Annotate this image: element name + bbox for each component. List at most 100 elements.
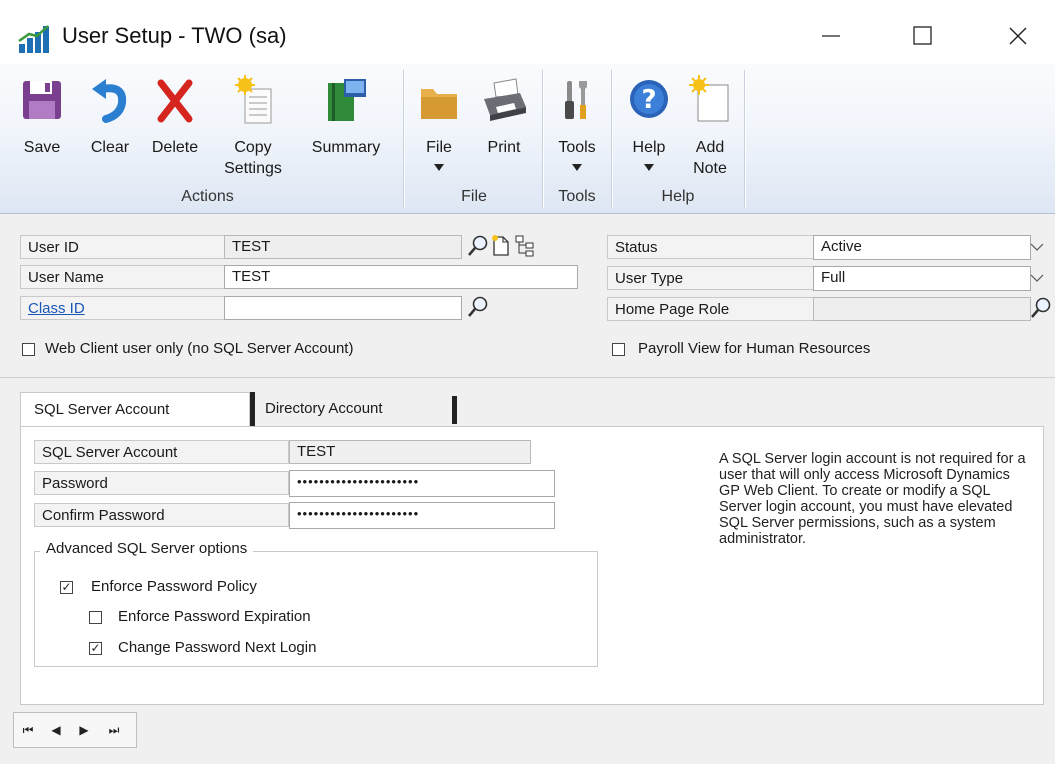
- user-type-select[interactable]: Full: [813, 266, 1031, 291]
- web-client-only-label: Web Client user only (no SQL Server Acco…: [45, 340, 354, 357]
- help-group-label: Help: [661, 188, 695, 205]
- tools-menu-button[interactable]: Tools: [552, 75, 602, 171]
- dropdown-arrow-icon: [644, 164, 654, 171]
- sql-server-account-label: SQL Server Account: [34, 440, 289, 464]
- ribbon-separator: [744, 70, 745, 208]
- add-note-icon: [689, 75, 729, 122]
- floppy-disk-icon: [23, 81, 61, 119]
- sql-server-account-field[interactable]: TEST: [289, 440, 531, 464]
- maximize-icon: [913, 26, 932, 45]
- status-value: Active: [821, 238, 862, 255]
- add-note-button[interactable]: Add Note: [682, 75, 738, 179]
- payroll-view-checkbox[interactable]: [612, 343, 625, 356]
- lookup-icon[interactable]: [1030, 296, 1052, 320]
- change-password-next-login-checkbox[interactable]: ✓: [89, 642, 102, 655]
- clear-button[interactable]: Clear: [84, 75, 136, 158]
- advanced-options-title: Advanced SQL Server options: [40, 540, 254, 557]
- ribbon-separator: [611, 70, 612, 208]
- undo-arrow-icon: [92, 79, 127, 123]
- new-document-icon[interactable]: [491, 234, 511, 258]
- delete-button[interactable]: Delete: [146, 75, 204, 158]
- save-label: Save: [23, 139, 61, 156]
- home-page-role-label: Home Page Role: [607, 297, 813, 321]
- copy-settings-button[interactable]: Copy Settings: [216, 75, 290, 179]
- help-label: Help: [632, 139, 666, 156]
- change-password-next-login-label: Change Password Next Login: [118, 639, 317, 656]
- summary-book-icon: [328, 79, 366, 121]
- first-record-button[interactable]: ⏮: [18, 713, 38, 747]
- red-x-icon: [157, 79, 193, 123]
- tab-sql-server-account[interactable]: SQL Server Account: [20, 392, 250, 426]
- minimize-icon: [822, 35, 840, 37]
- user-id-field[interactable]: TEST: [224, 235, 462, 259]
- close-button[interactable]: [990, 14, 1046, 58]
- settings-label: Settings: [224, 160, 282, 177]
- class-id-label[interactable]: Class ID: [20, 296, 224, 320]
- chevron-down-icon[interactable]: [1030, 242, 1044, 252]
- previous-record-button[interactable]: ◀: [46, 713, 66, 747]
- dropdown-arrow-icon: [434, 164, 444, 171]
- lookup-icon[interactable]: [467, 234, 489, 258]
- save-button[interactable]: Save: [18, 75, 66, 158]
- lookup-icon[interactable]: [467, 295, 489, 319]
- copy-settings-icon: [235, 75, 272, 124]
- add-label: Add: [695, 139, 725, 156]
- tab-divider: [452, 396, 457, 424]
- tree-view-icon[interactable]: [514, 234, 536, 258]
- user-type-value: Full: [821, 269, 846, 286]
- clear-label: Clear: [90, 139, 130, 156]
- folder-icon: [421, 89, 457, 119]
- file-menu-button[interactable]: File: [416, 75, 462, 171]
- user-name-field[interactable]: TEST: [224, 265, 578, 289]
- chevron-down-icon[interactable]: [1030, 273, 1044, 283]
- actions-group-label: Actions: [181, 188, 234, 205]
- user-name-label: User Name: [20, 265, 224, 289]
- status-select[interactable]: Active: [813, 235, 1031, 260]
- password-label: Password: [34, 471, 289, 495]
- note-label: Note: [693, 160, 727, 177]
- print-button[interactable]: Print: [478, 75, 530, 158]
- maximize-button[interactable]: [895, 14, 951, 58]
- home-page-role-field[interactable]: [813, 297, 1031, 321]
- status-label: Status: [607, 235, 813, 259]
- password-field[interactable]: ••••••••••••••••••••••: [289, 470, 555, 497]
- help-icon: ?: [630, 80, 668, 118]
- close-icon: [1009, 27, 1027, 45]
- check-mark-icon: ✓: [61, 580, 72, 594]
- record-navigation: ⏮ ◀ ▶ ⏭: [13, 712, 137, 748]
- check-mark-icon: ✓: [90, 641, 101, 655]
- summary-label: Summary: [311, 139, 381, 156]
- enforce-password-expiration-label: Enforce Password Expiration: [118, 608, 311, 625]
- web-client-only-checkbox[interactable]: [22, 343, 35, 356]
- summary-button[interactable]: Summary: [302, 75, 390, 158]
- payroll-view-label: Payroll View for Human Resources: [638, 340, 871, 357]
- last-record-button[interactable]: ⏭: [104, 713, 124, 747]
- enforce-password-expiration-checkbox[interactable]: [89, 611, 102, 624]
- dropdown-arrow-icon: [572, 164, 582, 171]
- ribbon-separator: [542, 70, 543, 208]
- class-id-link[interactable]: Class ID: [28, 300, 85, 317]
- confirm-password-field[interactable]: ••••••••••••••••••••••: [289, 502, 555, 529]
- window-title: User Setup - TWO (sa): [62, 23, 287, 48]
- next-record-button[interactable]: ▶: [74, 713, 94, 747]
- svg-text:?: ?: [641, 85, 656, 115]
- help-menu-button[interactable]: ? Help: [624, 75, 674, 171]
- file-label: File: [426, 139, 452, 156]
- dynamics-gp-chart-icon: [17, 24, 51, 54]
- minimize-button[interactable]: [803, 14, 859, 58]
- print-label: Print: [487, 139, 521, 156]
- sql-login-info-text: A SQL Server login account is not requir…: [719, 451, 1026, 547]
- confirm-password-label: Confirm Password: [34, 503, 289, 527]
- tab-directory-account[interactable]: Directory Account: [252, 392, 452, 426]
- class-id-field[interactable]: [224, 296, 462, 320]
- user-id-label: User ID: [20, 235, 224, 259]
- file-group-label: File: [461, 188, 487, 205]
- tools-group-label: Tools: [558, 188, 596, 205]
- delete-label: Delete: [151, 139, 199, 156]
- tools-icon: [565, 81, 587, 119]
- enforce-password-policy-label: Enforce Password Policy: [91, 578, 257, 595]
- printer-icon: [484, 78, 526, 121]
- copy-label: Copy: [234, 139, 272, 156]
- tools-label: Tools: [558, 139, 596, 156]
- enforce-password-policy-checkbox[interactable]: ✓: [60, 581, 73, 594]
